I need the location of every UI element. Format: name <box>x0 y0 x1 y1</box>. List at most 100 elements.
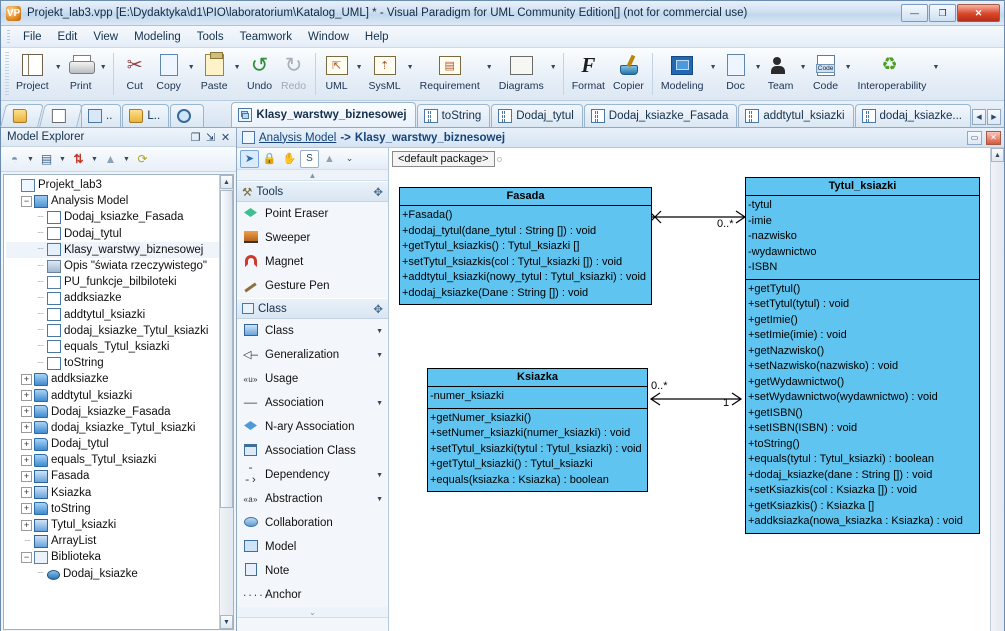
new-model-button[interactable]: ◓ <box>5 150 24 169</box>
menu-grip-icon[interactable] <box>7 29 10 44</box>
pin-panel-button[interactable]: ⇲ <box>203 130 218 145</box>
sort-az-button[interactable]: ⇅ <box>69 150 88 169</box>
toolbar-sysml-dropdown[interactable]: ▼ <box>405 48 416 100</box>
tree-item-addksiazke[interactable]: + addksiazke <box>6 371 233 387</box>
menu-item-teamwork[interactable]: Teamwork <box>232 29 300 45</box>
palette-item-dropdown[interactable]: ▼ <box>376 400 383 407</box>
palette-scroll-more[interactable]: ⌄ <box>237 607 388 618</box>
palette-item-model[interactable]: Model <box>237 535 388 559</box>
menu-item-window[interactable]: Window <box>300 29 357 45</box>
class-shape-fasada[interactable]: Fasada +Fasada() +dodaj_tytul(dane_tytul :… <box>399 187 652 305</box>
view-tab-openfolder[interactable]: L.. <box>122 104 170 127</box>
toolbar-project-dropdown[interactable]: ▼ <box>53 48 64 100</box>
canvas-scroll-up-button[interactable]: ▲ <box>991 148 1004 162</box>
association-multiplicity-ksiazka-source[interactable]: 0..* <box>651 380 668 392</box>
model-tree[interactable]: Projekt_lab3− Analysis Model ┈ Dodaj_ksiazk… <box>3 174 234 630</box>
tab-next-button[interactable]: ▶ <box>987 109 1001 125</box>
toolbar-requirement-button[interactable]: ▤ Requirement <box>416 48 484 100</box>
pan-tool[interactable]: ✋ <box>280 150 299 168</box>
toolbar-doc-dropdown[interactable]: ▼ <box>753 48 764 100</box>
tree-toggle-plus-icon[interactable]: + <box>21 487 32 499</box>
association-multiplicity-ksiazka-target[interactable]: 1 <box>723 397 729 409</box>
toolbar-redo-button[interactable]: ↻ Redo <box>277 48 311 100</box>
tree-toggle-plus-icon[interactable]: + <box>21 406 32 418</box>
sweeper-s-tool[interactable]: S <box>300 149 319 168</box>
tree-item-dodaj-ksiazke[interactable]: ┈ Dodaj_ksiazke <box>6 566 233 582</box>
toolbar-interoperability-button[interactable]: ♻ Interoperability <box>854 48 931 100</box>
close-panel-button[interactable]: ✕ <box>218 130 233 145</box>
palette-item-dropdown[interactable]: ▼ <box>376 352 383 359</box>
toolbar-doc-button[interactable]: Doc <box>719 48 753 100</box>
tree-item-addksiazke[interactable]: ┈ addksiazke <box>6 290 233 306</box>
palette-item-usage[interactable]: «u» Usage <box>237 367 388 391</box>
close-diagram-button[interactable]: ✕ <box>986 130 1001 145</box>
tree-toggle-plus-icon[interactable]: + <box>21 454 32 466</box>
tree-item-pu-funkcje-bilbiloteki[interactable]: ┈ PU_funkcje_bilbiloteki <box>6 274 233 290</box>
menu-item-view[interactable]: View <box>85 29 126 45</box>
refresh-button[interactable]: ⟳ <box>133 150 152 169</box>
menu-item-help[interactable]: Help <box>357 29 397 45</box>
new-model-dropdown[interactable]: ▼ <box>26 156 35 163</box>
tree-item-fasada[interactable]: + Fasada <box>6 468 233 484</box>
toolbar-cut-button[interactable]: ✂ Cut <box>118 48 152 100</box>
tree-item-opis-wiata-rzeczywistego[interactable]: ┈ Opis "świata rzeczywistego" <box>6 258 233 274</box>
palette-item-sweeper[interactable]: Sweeper <box>237 226 388 250</box>
lock-tool[interactable]: 🔒 <box>260 150 279 168</box>
palette-item-generalization[interactable]: ◁— Generalization ▼ <box>237 343 388 367</box>
toolbar-format-button[interactable]: F Format <box>568 48 609 100</box>
toolbar-team-dropdown[interactable]: ▼ <box>798 48 809 100</box>
toolbar-requirement-dropdown[interactable]: ▼ <box>484 48 495 100</box>
tree-item-equals-tytul-ksiazki[interactable]: ┈ equals_Tytul_ksiazki <box>6 339 233 355</box>
tab-addtytul-ksiazki[interactable]: addtytul_ksiazki <box>738 104 854 127</box>
tree-item-addtytul-ksiazki[interactable]: + addtytul_ksiazki <box>6 387 233 403</box>
toolbar-uml-button[interactable]: ⇱ UML <box>320 48 354 100</box>
tree-item-projekt-lab3[interactable]: Projekt_lab3 <box>6 177 233 193</box>
toolbar-paste-dropdown[interactable]: ▼ <box>232 48 243 100</box>
view-tab-stack[interactable]: .. <box>81 104 122 127</box>
tree-scroll-thumb[interactable] <box>220 190 233 508</box>
tree-item-klasy-warstwy-biznesowej[interactable]: ┈ Klasy_warstwy_biznesowej <box>6 241 233 258</box>
tab-dodaj-tytul[interactable]: Dodaj_tytul <box>491 104 583 127</box>
toolbar-diagrams-button[interactable]: Diagrams <box>495 48 548 100</box>
palette-collapse-button[interactable]: ▲ <box>237 170 388 181</box>
palette-item-dropdown[interactable]: ▼ <box>376 496 383 503</box>
tree-toggle-plus-icon[interactable]: + <box>21 519 32 531</box>
palette-item-note[interactable]: Note <box>237 559 388 583</box>
menu-item-tools[interactable]: Tools <box>189 29 232 45</box>
tree-item-equals-tytul-ksiazki[interactable]: + equals_Tytul_ksiazki <box>6 452 233 468</box>
tree-item-biblioteka[interactable]: − Biblioteka <box>6 549 233 565</box>
toolbar-code-button[interactable]: Code Code <box>809 48 843 100</box>
toolbar-team-button[interactable]: Team <box>764 48 798 100</box>
toolbar-print-button[interactable]: Print <box>64 48 98 100</box>
association-multiplicity-fasada-target[interactable]: 0..* <box>717 218 734 230</box>
view-tab-folders[interactable] <box>0 104 44 127</box>
palette-item-anchor[interactable]: ····· Anchor <box>237 583 388 607</box>
toolbar-undo-button[interactable]: ↺ Undo <box>243 48 277 100</box>
palette-item-dropdown[interactable]: ▼ <box>376 328 383 335</box>
class-shape-tytul_ksiazki[interactable]: Tytul_ksiazki -tytul -imie -nazwisko -wydawn… <box>745 177 980 534</box>
default-package-label[interactable]: <default package> <box>392 151 495 167</box>
toolbar-grip-icon[interactable] <box>5 52 9 96</box>
toolbar-project-button[interactable]: Project <box>12 48 53 100</box>
palette-item-nary-association[interactable]: N-ary Association <box>237 415 388 439</box>
palette-section-tools-move-handle[interactable]: ✥ <box>373 185 383 199</box>
tab-dodaj-ksiazke-more[interactable]: dodaj_ksiazke... <box>854 104 971 127</box>
minimize-button[interactable]: — <box>901 4 928 22</box>
tab-tostring[interactable]: toString <box>416 104 491 127</box>
tree-item-dodaj-ksiazke-fasada[interactable]: ┈ Dodaj_ksiazke_Fasada <box>6 209 233 225</box>
canvas-scrollbar[interactable]: ▲ <box>990 148 1004 631</box>
view-tab-search[interactable] <box>170 104 205 127</box>
palette-item-magnet[interactable]: Magnet <box>237 250 388 274</box>
toolbar-copy-button[interactable]: Copy <box>152 48 186 100</box>
breadcrumb-analysis-model-link[interactable]: Analysis Model <box>259 132 336 144</box>
toolbar-paste-button[interactable]: Paste <box>197 48 232 100</box>
tab-klasy-warstwy-biznesowej[interactable]: Klasy_warstwy_biznesowej <box>231 102 416 127</box>
tree-item-dodaj-ksiazke-tytul-ksiazki[interactable]: ┈ dodaj_ksiazke_Tytul_ksiazki <box>6 323 233 339</box>
palette-item-dependency[interactable]: --› Dependency ▼ <box>237 463 388 487</box>
palette-item-collaboration[interactable]: Collaboration <box>237 511 388 535</box>
palette-section-tools[interactable]: ⚒ Tools ✥ <box>237 181 388 202</box>
restore-panel-button[interactable]: ❐ <box>188 130 203 145</box>
group-view-dropdown[interactable]: ▼ <box>58 156 67 163</box>
sort-dropdown[interactable]: ▼ <box>90 156 99 163</box>
toolbar-sysml-button[interactable]: ⇡ SysML <box>365 48 405 100</box>
